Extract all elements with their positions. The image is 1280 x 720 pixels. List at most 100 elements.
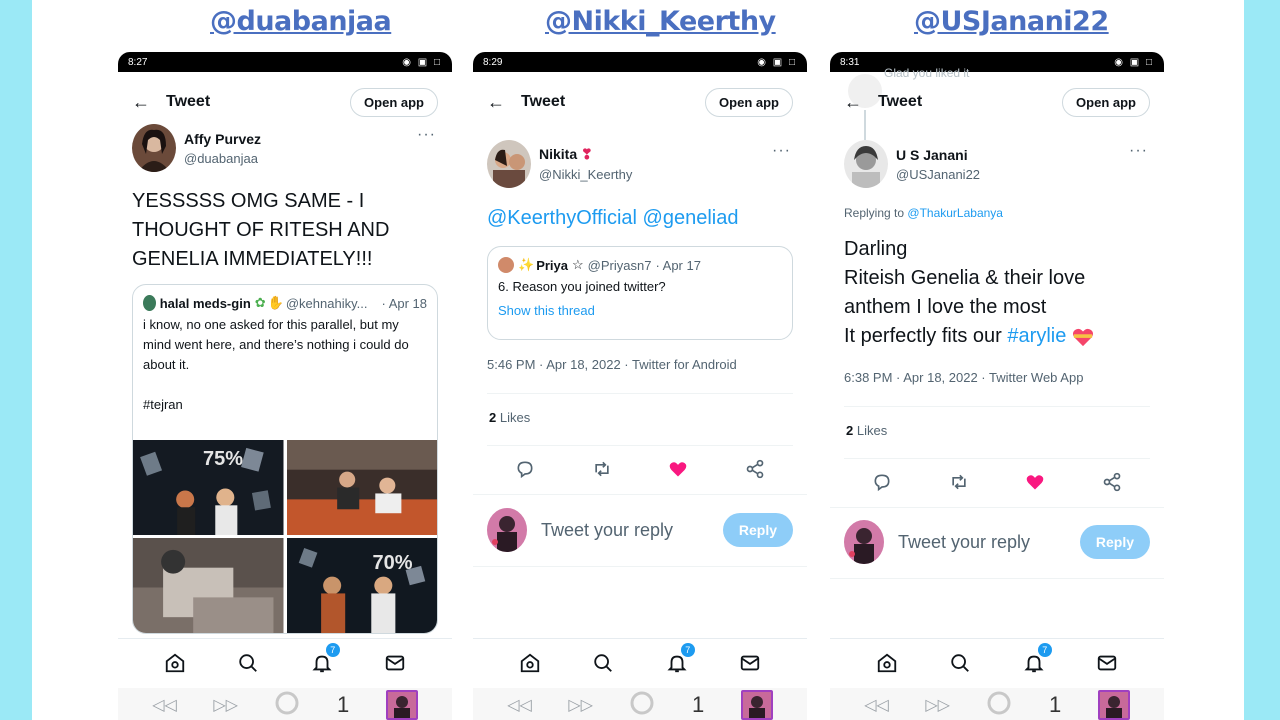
content-card: @duabanjaa @Nikki_Keerthy @USJanani22 8:…	[32, 0, 1244, 720]
retweet-icon[interactable]	[947, 470, 971, 494]
retweet-icon[interactable]	[590, 457, 614, 481]
search-icon[interactable]	[589, 649, 617, 677]
notifications-bell-icon[interactable]: 7	[663, 642, 695, 677]
tweet-author[interactable]: Nikita ❣ @Nikki_Keerthy	[487, 140, 632, 188]
tweet-author[interactable]: Affy Purvez @duabanjaa	[132, 124, 261, 172]
quoted-tweet-header: halal meds-gin ✿ ✋ @kehnahiky... · Apr 1…	[133, 285, 437, 315]
notification-badge: 7	[325, 642, 340, 657]
home-icon[interactable]	[873, 649, 901, 677]
media-mosaic[interactable]: 75% 70%	[133, 440, 437, 633]
share-icon[interactable]	[1100, 470, 1124, 494]
media-image-3[interactable]	[133, 538, 284, 633]
avatar[interactable]	[132, 124, 176, 172]
tweet-timestamp: 5:46 PM · Apr 18, 2022 · Twitter for And…	[487, 357, 737, 372]
column-title-nikki-keerthy[interactable]: @Nikki_Keerthy	[545, 6, 776, 37]
quoted-date: · Apr 18	[381, 295, 427, 311]
notification-badge: 7	[1037, 642, 1052, 657]
reply-composer: Tweet your reply Reply	[844, 520, 1150, 564]
divider	[473, 566, 807, 567]
tab-count[interactable]: 1	[337, 692, 349, 718]
more-options-icon[interactable]: ···	[772, 142, 791, 160]
loading-spinner-icon	[629, 690, 655, 720]
back-arrow-icon[interactable]: ←	[487, 92, 521, 113]
likes-count[interactable]: 2 Likes	[846, 423, 887, 438]
home-icon[interactable]	[516, 649, 544, 677]
tweet-author[interactable]: U S Janani @USJanani22	[844, 140, 980, 188]
tab-thumbnail[interactable]	[385, 690, 418, 720]
more-options-icon[interactable]: ···	[1129, 142, 1148, 160]
quoted-tweet[interactable]: ✨ Priya ☆ @Priyasn7 · Apr 17 6. Reason y…	[487, 246, 793, 340]
column-title-usjanani22[interactable]: @USJanani22	[914, 6, 1109, 37]
media-image-2[interactable]	[286, 440, 437, 535]
quoted-author-name: halal meds-gin	[159, 295, 251, 311]
more-options-icon[interactable]: ···	[417, 126, 436, 144]
back-arrow-icon[interactable]: ←	[132, 92, 166, 113]
messages-icon[interactable]	[1093, 649, 1121, 677]
likes-count[interactable]: 2 Likes	[489, 410, 530, 425]
replying-to: Replying to @ThakurLabanya	[844, 206, 1003, 220]
open-app-button[interactable]: Open app	[350, 87, 438, 117]
back-arrow-icon[interactable]: ←	[844, 92, 878, 113]
quoted-hashtag[interactable]: #tejran	[133, 395, 437, 415]
like-heart-icon[interactable]	[1023, 470, 1047, 494]
sparkles-icon: ✨	[518, 257, 535, 272]
tweet-mentions[interactable]: @KeerthyOfficial @geneliad	[487, 204, 793, 233]
tab-count[interactable]: 1	[692, 692, 704, 718]
star-icon: ☆	[572, 257, 584, 272]
quoted-text: 6. Reason you joined twitter?	[498, 279, 666, 294]
divider	[844, 458, 1150, 459]
reply-input[interactable]: Tweet your reply	[898, 532, 1080, 553]
share-icon[interactable]	[743, 457, 767, 481]
avatar[interactable]	[844, 140, 888, 188]
media-image-4[interactable]: 70%	[286, 538, 437, 633]
tweet-topbar: ← Tweet Open app	[830, 82, 1164, 122]
avatar[interactable]	[487, 140, 531, 188]
tweet-line: Riteish Genelia & their love	[844, 267, 1086, 289]
tweet-timestamp: 6:38 PM · Apr 18, 2022 · Twitter Web App	[844, 370, 1084, 385]
fast-forward-icon[interactable]: ▷▷	[925, 695, 950, 715]
reply-composer: Tweet your reply Reply	[487, 508, 793, 552]
tweet-text: YESSSSS OMG SAME - I THOUGHT OF RITESH A…	[132, 190, 390, 270]
fast-forward-icon[interactable]: ▷▷	[213, 695, 238, 715]
tweet-actions	[870, 470, 1124, 494]
media-image-1[interactable]: 75%	[133, 440, 284, 535]
hashtag-link[interactable]: #arylie	[1007, 325, 1066, 347]
reply-icon[interactable]	[513, 457, 537, 481]
quoted-tweet[interactable]: halal meds-gin ✿ ✋ @kehnahiky... · Apr 1…	[132, 284, 438, 634]
open-app-button[interactable]: Open app	[1062, 87, 1150, 117]
quoted-text: i know, no one asked for this parallel, …	[143, 317, 409, 372]
fast-forward-icon[interactable]: ▷▷	[568, 695, 593, 715]
reply-button[interactable]: Reply	[722, 513, 793, 547]
search-icon[interactable]	[234, 649, 262, 677]
status-icons: ◉ ▣ □	[1114, 56, 1154, 68]
divider	[487, 445, 793, 446]
like-heart-icon[interactable]	[666, 457, 690, 481]
browser-bar: ◁◁ ▷▷ 1	[473, 688, 807, 720]
author-name: U S Janani	[896, 146, 968, 163]
divider	[830, 578, 1164, 579]
rewind-icon[interactable]: ◁◁	[152, 695, 177, 715]
bottom-nav: 7	[118, 638, 452, 686]
search-icon[interactable]	[946, 649, 974, 677]
open-app-button[interactable]: Open app	[705, 87, 793, 117]
tab-count[interactable]: 1	[1049, 692, 1061, 718]
show-thread-link[interactable]: Show this thread	[488, 301, 792, 321]
column-title-duabanjaa[interactable]: @duabanjaa	[210, 6, 392, 37]
notifications-bell-icon[interactable]: 7	[1020, 642, 1052, 677]
tweet-actions	[513, 457, 767, 481]
messages-icon[interactable]	[381, 649, 409, 677]
leaf-emoji-icon: ✿	[254, 295, 266, 310]
notifications-bell-icon[interactable]: 7	[308, 642, 340, 677]
reply-button[interactable]: Reply	[1079, 525, 1150, 559]
rewind-icon[interactable]: ◁◁	[864, 695, 889, 715]
my-avatar	[487, 508, 527, 552]
reply-input[interactable]: Tweet your reply	[541, 520, 723, 541]
messages-icon[interactable]	[736, 649, 764, 677]
tab-thumbnail[interactable]	[1097, 690, 1130, 720]
tab-thumbnail[interactable]	[740, 690, 773, 720]
reply-icon[interactable]	[870, 470, 894, 494]
browser-bar: ◁◁ ▷▷ 1	[118, 688, 452, 720]
rewind-icon[interactable]: ◁◁	[507, 695, 532, 715]
home-icon[interactable]	[161, 649, 189, 677]
replying-to-handle[interactable]: @ThakurLabanya	[907, 206, 1003, 220]
